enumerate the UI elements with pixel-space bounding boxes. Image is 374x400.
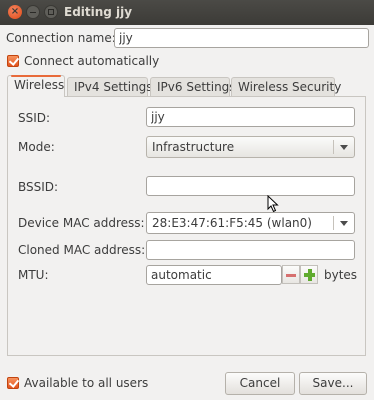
save-button[interactable]: Save... <box>299 372 367 395</box>
tab-wireless-security[interactable]: Wireless Security <box>231 77 341 96</box>
dropdown-divider <box>333 216 334 230</box>
mode-value: Infrastructure <box>152 140 235 154</box>
tab-label: IPv4 Settings <box>74 80 153 94</box>
mode-label: Mode: <box>18 140 55 154</box>
device-mac-value: 28:E3:47:61:F5:45 (wlan0) <box>152 216 312 230</box>
window-title: Editing jjy <box>64 5 133 19</box>
cancel-button[interactable]: Cancel <box>225 372 295 395</box>
mtu-input[interactable] <box>146 265 282 285</box>
tab-ipv4-settings[interactable]: IPv4 Settings <box>67 77 153 96</box>
ssid-input[interactable] <box>146 107 355 127</box>
available-to-all-users-checkbox[interactable] <box>7 377 20 389</box>
mode-select[interactable]: Infrastructure <box>146 136 355 158</box>
ssid-label: SSID: <box>18 111 51 125</box>
cloned-mac-label: Cloned MAC address: <box>18 243 146 257</box>
minimize-icon[interactable] <box>26 5 40 19</box>
chevron-down-icon <box>340 221 348 226</box>
edit-connection-window: × Editing jjy Connection name: Connect a… <box>0 0 374 400</box>
cloned-mac-input[interactable] <box>146 240 355 260</box>
connection-name-input[interactable] <box>114 28 369 48</box>
tab-ipv6-settings[interactable]: IPv6 Settings <box>150 77 236 96</box>
bssid-label: BSSID: <box>18 180 59 194</box>
close-icon[interactable]: × <box>8 5 22 19</box>
device-mac-combo[interactable]: 28:E3:47:61:F5:45 (wlan0) <box>146 212 355 234</box>
active-tab-indicator <box>11 75 61 77</box>
mtu-unit-label: bytes <box>324 268 358 282</box>
check-icon <box>8 377 20 388</box>
maximize-icon[interactable] <box>44 5 58 19</box>
connection-name-label: Connection name: <box>6 31 116 45</box>
dropdown-divider <box>333 140 334 154</box>
tab-wireless[interactable]: Wireless <box>7 75 65 97</box>
connect-automatically-label: Connect automatically <box>24 54 160 68</box>
tab-label: IPv6 Settings <box>157 80 236 94</box>
chevron-down-icon <box>340 145 348 150</box>
check-icon <box>8 55 20 66</box>
title-bar[interactable]: × Editing jjy <box>0 0 374 25</box>
tab-label: Wireless <box>14 78 65 92</box>
bssid-input[interactable] <box>146 176 355 196</box>
mtu-decrement-button[interactable] <box>282 265 300 284</box>
mouse-cursor-icon <box>267 195 279 213</box>
mtu-label: MTU: <box>18 268 49 282</box>
available-to-all-users-label: Available to all users <box>24 376 149 390</box>
mtu-increment-button[interactable] <box>300 265 318 284</box>
tab-label: Wireless Security <box>238 80 342 94</box>
device-mac-label: Device MAC address: <box>18 216 145 230</box>
minus-icon <box>286 274 296 277</box>
connect-automatically-checkbox[interactable] <box>7 55 20 67</box>
